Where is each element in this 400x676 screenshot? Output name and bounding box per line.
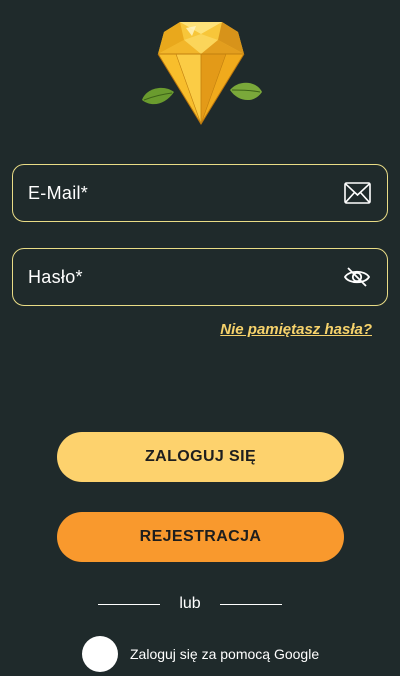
email-input[interactable] [13, 165, 343, 221]
login-button[interactable]: ZALOGUJ SIĘ [57, 432, 344, 482]
password-field[interactable] [12, 248, 388, 306]
email-field[interactable] [12, 164, 388, 222]
divider-line-left [98, 603, 160, 605]
password-input[interactable] [13, 249, 343, 305]
forgot-password-link[interactable]: Nie pamiętasz hasła? [220, 321, 372, 338]
or-divider: lub [98, 594, 282, 614]
register-button[interactable]: REJESTRACJA [57, 512, 344, 562]
divider-line-right [219, 603, 282, 605]
login-screen: Nie pamiętasz hasła? ZALOGUJ SIĘ REJESTR… [0, 0, 400, 676]
eye-hidden-icon[interactable] [343, 263, 371, 291]
divider-label: lub [179, 595, 201, 612]
diamond-logo-icon [136, 20, 266, 130]
google-login-button[interactable]: Zaloguj się za pomocą Google [82, 636, 319, 672]
envelope-icon [343, 179, 371, 207]
google-icon [82, 636, 118, 672]
google-login-label: Zaloguj się za pomocą Google [130, 646, 320, 662]
